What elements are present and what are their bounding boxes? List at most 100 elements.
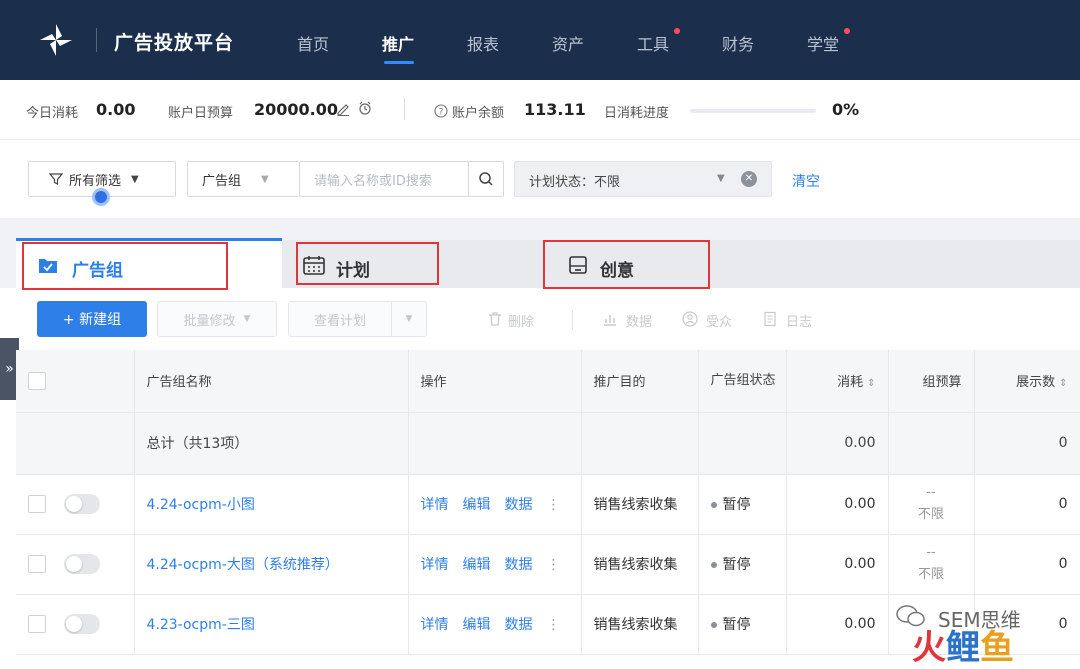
row-checkbox[interactable]: [28, 555, 46, 573]
row-budget-top: --: [926, 545, 936, 560]
details-link[interactable]: 详情: [421, 617, 449, 633]
sort-icon[interactable]: ⇕: [1059, 378, 1067, 389]
nav-academy[interactable]: 学堂: [807, 31, 839, 55]
view-plan-button[interactable]: 查看计划: [288, 301, 392, 337]
nav-finance[interactable]: 财务: [722, 31, 754, 55]
progress-value: 0%: [832, 100, 860, 119]
logo-divider: [96, 28, 97, 52]
details-link[interactable]: 详情: [421, 557, 449, 573]
nav-assets[interactable]: 资产: [552, 31, 584, 55]
batch-edit-label: 批量修改: [183, 313, 236, 329]
balance-label: 账户余额: [452, 106, 505, 121]
row-purpose: 销售线索收集: [581, 474, 699, 535]
chevron-down-icon: ▼: [131, 173, 139, 185]
row-impressions: 0: [974, 534, 1080, 595]
row-budget-bottom: 不限: [917, 507, 944, 522]
filter-funnel-icon: [49, 173, 63, 185]
data-link[interactable]: 数据: [505, 557, 533, 573]
nav-active-indicator: [384, 61, 414, 64]
today-spend-label: 今日消耗: [26, 106, 79, 121]
search-button[interactable]: [468, 161, 504, 197]
edit-link[interactable]: 编辑: [463, 497, 491, 513]
row-name-link[interactable]: 4.23-ocpm-三图: [134, 594, 409, 655]
data-action[interactable]: 数据: [626, 311, 652, 330]
status-dot-icon: [710, 502, 717, 508]
log-action[interactable]: 日志: [786, 311, 812, 330]
chevron-down-icon: ▼: [405, 314, 413, 324]
today-spend-value: 0.00: [96, 100, 136, 119]
nav-promotion[interactable]: 推广: [382, 31, 414, 55]
clear-selection-icon[interactable]: ✕: [741, 171, 757, 187]
total-row: 总计（共13项） 0.00 0: [16, 412, 1080, 475]
nav-reports[interactable]: 报表: [467, 31, 499, 55]
trash-icon: [489, 312, 501, 326]
watermark-brand-char: 鲤: [946, 628, 980, 668]
table-row: 4.24-ocpm-大图（系统推荐） 详情 编辑 数据 ⋮ 销售线索收集 暂停 0.0…: [16, 534, 1080, 595]
more-actions-icon[interactable]: ⋮: [547, 617, 561, 633]
edit-link[interactable]: 编辑: [463, 617, 491, 633]
log-document-icon: [764, 311, 776, 327]
row-impressions: 0: [974, 474, 1080, 535]
progress-label: 日消耗进度: [604, 106, 670, 121]
row-enable-toggle[interactable]: [64, 614, 100, 634]
total-spend: 0.00: [786, 412, 889, 475]
top-navigation-bar: 广告投放平台 首页 推广 报表 资产 工具 财务 学堂: [0, 0, 1080, 80]
col-header-ops: 操作: [408, 350, 582, 413]
status-dot-icon: [710, 622, 717, 628]
highlight-box-ad-group: [22, 242, 228, 290]
more-actions-icon[interactable]: ⋮: [547, 557, 561, 573]
nav-home[interactable]: 首页: [297, 31, 329, 55]
data-link[interactable]: 数据: [505, 617, 533, 633]
search-placeholder: 请输入名称或ID搜索: [314, 173, 432, 189]
scope-select-value: 广告组: [202, 173, 242, 189]
search-input[interactable]: 请输入名称或ID搜索: [299, 161, 469, 197]
delete-action[interactable]: 删除: [508, 311, 534, 330]
plan-status-select[interactable]: 计划状态：不限 ▼ ✕: [514, 161, 772, 197]
col-header-impressions[interactable]: 展示数 ⇕: [974, 350, 1080, 413]
col-header-budget: 组预算: [888, 350, 975, 413]
col-header-impressions-label: 展示数: [1016, 375, 1056, 391]
total-label: 总计（共13项）: [134, 412, 409, 475]
row-enable-toggle[interactable]: [64, 554, 100, 574]
row-status: 暂停: [722, 617, 751, 633]
row-enable-toggle[interactable]: [64, 494, 100, 514]
col-header-status: 广告组状态: [698, 350, 787, 413]
row-purpose: 销售线索收集: [581, 534, 699, 595]
alarm-clock-icon[interactable]: [358, 101, 372, 115]
highlight-box-plan: [296, 242, 439, 285]
tools-notification-dot: [674, 28, 680, 34]
data-link[interactable]: 数据: [505, 497, 533, 513]
daily-budget-label: 账户日预算: [168, 106, 234, 121]
clear-filters-link[interactable]: 清空: [792, 171, 820, 191]
watermark-brand-char: 火: [912, 628, 946, 668]
row-name-link[interactable]: 4.24-ocpm-小图: [134, 474, 409, 535]
col-header-purpose: 推广目的: [581, 350, 699, 413]
row-checkbox[interactable]: [28, 495, 46, 513]
cursor-indicator: [92, 188, 110, 206]
batch-edit-button[interactable]: 批量修改 ▼: [157, 301, 277, 337]
edit-budget-icon[interactable]: [336, 102, 350, 116]
edit-link[interactable]: 编辑: [463, 557, 491, 573]
app-title: 广告投放平台: [114, 32, 235, 54]
nav-tools[interactable]: 工具: [637, 31, 669, 55]
bar-chart-icon: [604, 315, 616, 326]
details-link[interactable]: 详情: [421, 497, 449, 513]
more-actions-icon[interactable]: ⋮: [547, 497, 561, 513]
row-spend: 0.00: [786, 474, 889, 535]
row-purpose: 销售线索收集: [581, 594, 699, 655]
row-checkbox[interactable]: [28, 615, 46, 633]
table-row: 4.24-ocpm-小图 详情 编辑 数据 ⋮ 销售线索收集 暂停 0.00 -- 不限…: [16, 474, 1080, 535]
chevron-down-icon: ▼: [717, 173, 725, 184]
platform-logo-icon[interactable]: [36, 20, 76, 60]
status-dot-icon: [710, 562, 717, 568]
audience-action[interactable]: 受众: [706, 311, 732, 330]
view-plan-dropdown[interactable]: ▼: [391, 301, 427, 337]
col-header-spend[interactable]: 消耗 ⇕: [786, 350, 889, 413]
help-question-icon[interactable]: ?: [434, 104, 448, 118]
scope-select[interactable]: 广告组 ▼: [187, 161, 299, 197]
svg-text:?: ?: [439, 108, 444, 118]
new-group-button[interactable]: + 新建组: [37, 301, 147, 337]
row-name-link[interactable]: 4.24-ocpm-大图（系统推荐）: [134, 534, 409, 595]
select-all-checkbox[interactable]: [28, 371, 46, 390]
sort-icon[interactable]: ⇕: [867, 378, 875, 389]
